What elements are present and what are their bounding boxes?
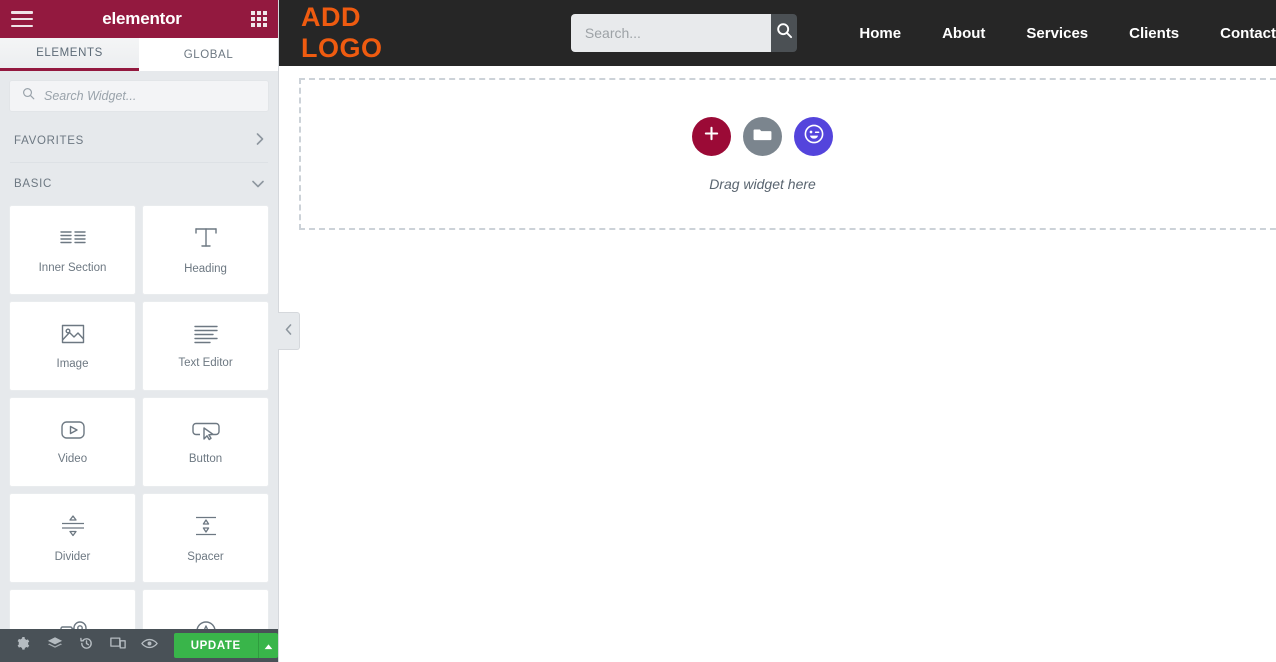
button-cursor-icon: [191, 419, 220, 441]
icon-widget-icon: [191, 617, 221, 629]
elementor-logo: elementor: [102, 9, 182, 28]
editor-panel: elementor ELEMENTS GLOBAL Search Widget.…: [0, 0, 300, 662]
text-lines-icon: [192, 323, 220, 345]
search-icon: [776, 22, 793, 44]
widget-label: Spacer: [187, 551, 224, 563]
chevron-down-icon: [252, 175, 264, 193]
widget-label: Button: [188, 453, 223, 465]
panel-tabs: ELEMENTS GLOBAL: [0, 38, 278, 71]
panel-header: elementor: [0, 0, 278, 38]
settings-button[interactable]: [7, 629, 39, 662]
widget-icon[interactable]: [142, 589, 269, 629]
widget-spacer[interactable]: Spacer: [142, 493, 269, 583]
search-icon: [22, 87, 35, 105]
eye-icon: [141, 637, 159, 655]
widget-label: Image: [56, 358, 89, 370]
update-options-button[interactable]: [257, 633, 279, 658]
widget-grid: Inner Section Heading Image Text Editor …: [0, 205, 278, 629]
drop-zone[interactable]: Drag widget here: [299, 78, 1276, 230]
site-search: [570, 14, 798, 52]
navigator-button[interactable]: [39, 629, 71, 662]
nav-item-clients[interactable]: Clients: [1129, 25, 1179, 42]
columns-icon: [59, 226, 87, 250]
gear-icon: [15, 636, 30, 656]
panel-collapse-button[interactable]: [278, 312, 300, 350]
apps-grid-icon[interactable]: [250, 11, 267, 27]
widget-heading[interactable]: Heading: [142, 205, 269, 295]
ai-kit-button[interactable]: [794, 116, 833, 156]
responsive-mode-button[interactable]: [102, 629, 134, 662]
widget-video[interactable]: Video: [9, 397, 136, 487]
widget-divider[interactable]: Divider: [9, 493, 136, 583]
site-logo[interactable]: ADD LOGO: [301, 2, 441, 64]
image-icon: [60, 322, 86, 346]
plus-icon: [703, 125, 720, 147]
site-search-input[interactable]: [570, 14, 771, 52]
folder-icon: [753, 126, 772, 147]
widget-inner-section[interactable]: Inner Section: [9, 205, 136, 295]
nav-item-services[interactable]: Services: [1026, 25, 1088, 42]
widget-label: Divider: [54, 551, 91, 563]
drop-zone-buttons: [692, 116, 833, 156]
search-input[interactable]: [44, 89, 256, 103]
site-search-button[interactable]: [770, 14, 798, 52]
layers-icon: [47, 636, 63, 656]
elementor-editor: elementor ELEMENTS GLOBAL Search Widget.…: [0, 0, 1276, 662]
widget-text-editor[interactable]: Text Editor: [142, 301, 269, 391]
chevron-left-icon: [285, 322, 292, 340]
responsive-device-icon: [110, 636, 126, 655]
widget-search-wrapper: [0, 71, 278, 120]
category-label: BASIC: [14, 178, 53, 190]
widget-button[interactable]: Button: [142, 397, 269, 487]
site-nav: Home About Services Clients Contact: [859, 25, 1276, 42]
tab-elements[interactable]: ELEMENTS: [0, 38, 139, 71]
caret-up-icon: [264, 637, 273, 655]
widget-google-maps[interactable]: [9, 589, 136, 629]
category-label: FAVORITES: [14, 135, 84, 147]
widget-label: Video: [57, 453, 88, 465]
preview-button[interactable]: [134, 629, 166, 662]
widget-search-box[interactable]: [9, 80, 269, 112]
wink-face-icon: [803, 123, 825, 150]
nav-item-contact[interactable]: Contact: [1220, 25, 1276, 42]
spacer-icon: [192, 513, 220, 539]
site-header: ADD LOGO Home About Services Clients Con…: [279, 0, 1276, 66]
nav-item-home[interactable]: Home: [859, 25, 901, 42]
divider-icon: [59, 513, 87, 539]
template-library-button[interactable]: [743, 116, 782, 156]
google-maps-icon: [58, 617, 88, 629]
category-favorites[interactable]: FAVORITES: [0, 120, 278, 162]
tab-global[interactable]: GLOBAL: [139, 38, 278, 71]
chevron-right-icon: [256, 132, 264, 150]
widget-label: Heading: [184, 263, 227, 275]
history-clock-icon: [79, 636, 94, 656]
hamburger-menu-icon[interactable]: [11, 11, 33, 27]
update-button[interactable]: UPDATE: [173, 633, 258, 658]
video-play-icon: [59, 419, 87, 441]
widget-label: Inner Section: [38, 262, 107, 274]
add-section-button[interactable]: [692, 116, 731, 156]
widget-image[interactable]: Image: [9, 301, 136, 391]
widget-label: Text Editor: [178, 357, 233, 369]
drop-zone-label: Drag widget here: [709, 175, 816, 192]
site-preview: ADD LOGO Home About Services Clients Con…: [279, 0, 1276, 662]
category-basic[interactable]: BASIC: [0, 163, 278, 205]
panel-body: FAVORITES BASIC: [0, 71, 278, 629]
nav-item-about[interactable]: About: [942, 25, 985, 42]
panel-footer: UPDATE: [0, 629, 279, 662]
text-t-icon: [193, 225, 219, 251]
history-button[interactable]: [71, 629, 103, 662]
